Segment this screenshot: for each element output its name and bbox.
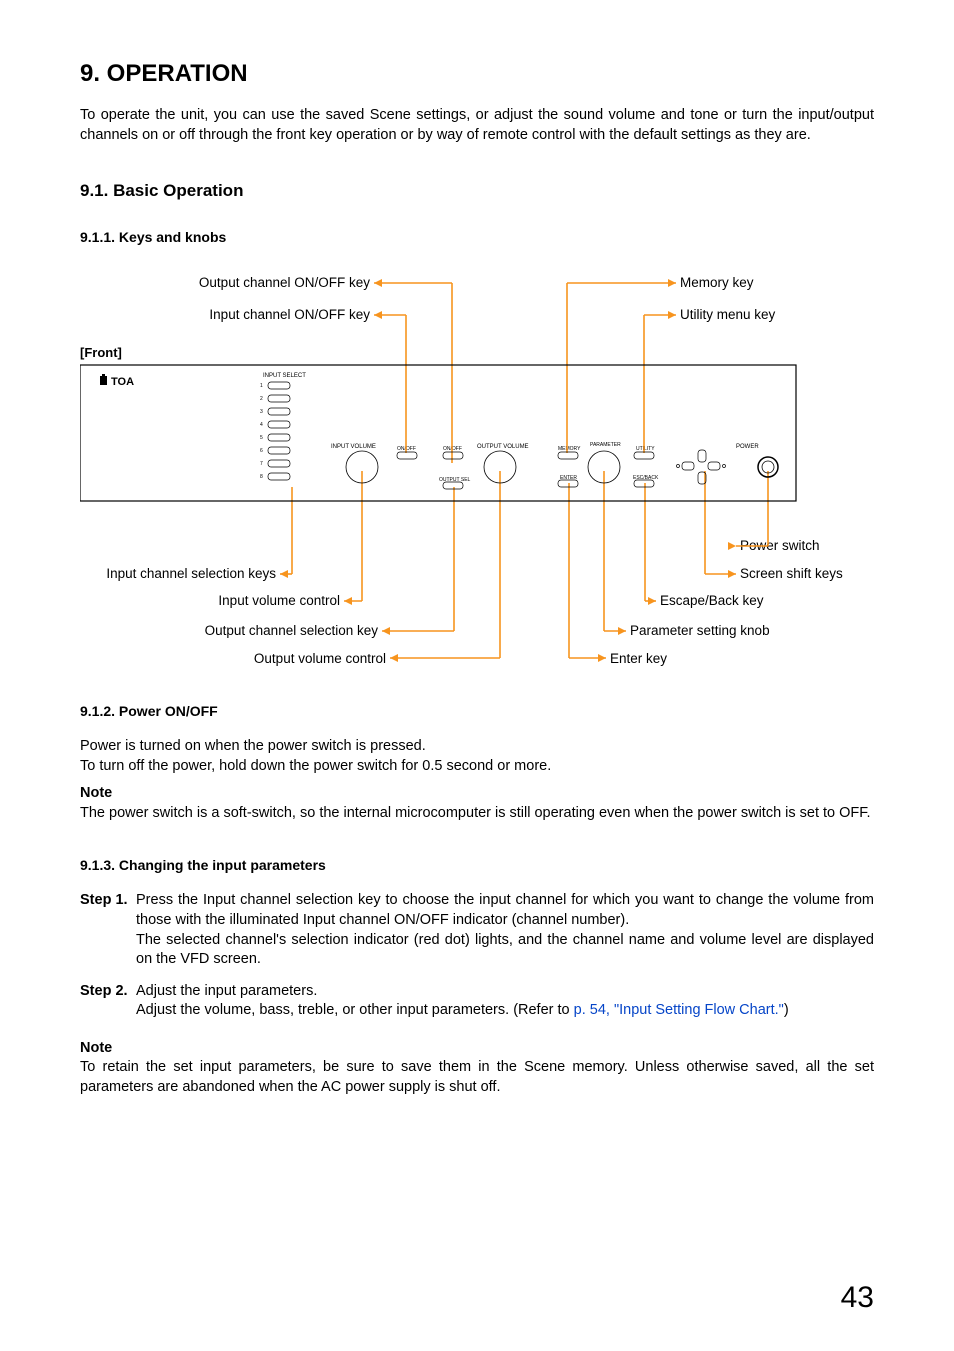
s912-note: The power switch is a soft-switch, so th… (80, 804, 874, 824)
note-heading: Note (80, 784, 874, 804)
step2-text-b-pre: Adjust the volume, bass, treble, or othe… (136, 1002, 574, 1018)
section-9-1: 9.1. Basic Operation (80, 181, 874, 201)
note-heading-2: Note (80, 1039, 874, 1059)
page-title: 9. OPERATION (80, 60, 874, 88)
brand-text: TOA (111, 376, 134, 388)
section-9-1-1: 9.1.1. Keys and knobs (80, 229, 874, 245)
step2-text-b-post: ) (784, 1002, 789, 1018)
step1-text-b: The selected channel's selection indicat… (136, 932, 874, 968)
step2-label: Step 2. (80, 982, 136, 1021)
intro-paragraph: To operate the unit, you can use the sav… (80, 106, 874, 145)
s913-note: To retain the set input parameters, be s… (80, 1058, 874, 1097)
s912-line1: Power is turned on when the power switch… (80, 737, 874, 757)
diagram-svg: TOA (80, 263, 874, 673)
step1-text-a: Press the Input channel selection key to… (136, 892, 874, 928)
step2-text-a: Adjust the input parameters. (136, 983, 317, 999)
front-panel-diagram: Output channel ON/OFF key Input channel … (80, 263, 874, 673)
step1-label: Step 1. (80, 891, 136, 969)
page-number: 43 (841, 1281, 874, 1315)
s912-line2: To turn off the power, hold down the pow… (80, 757, 874, 777)
section-9-1-2: 9.1.2. Power ON/OFF (80, 703, 874, 719)
section-9-1-3: 9.1.3. Changing the input parameters (80, 857, 874, 873)
crossref-link[interactable]: p. 54, "Input Setting Flow Chart." (574, 1002, 784, 1018)
